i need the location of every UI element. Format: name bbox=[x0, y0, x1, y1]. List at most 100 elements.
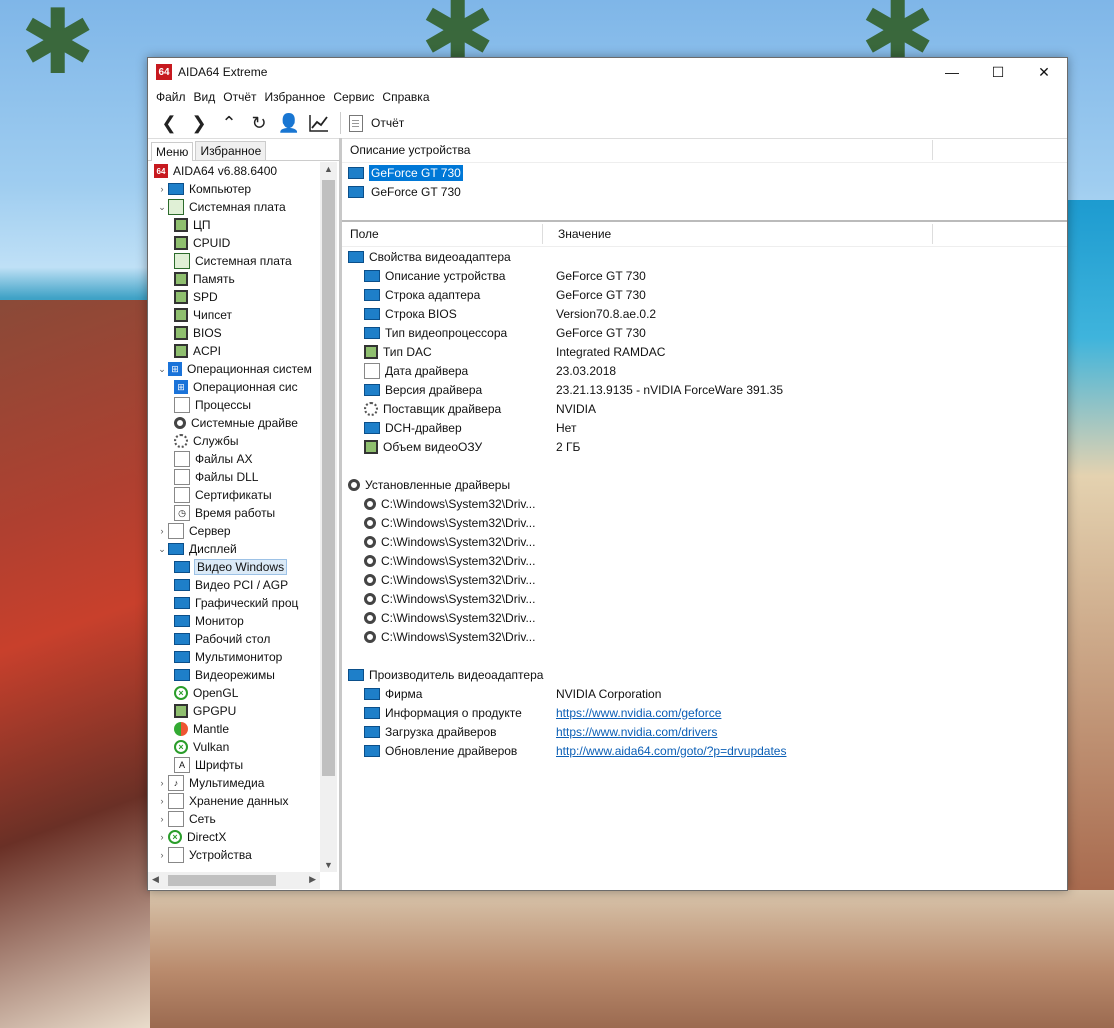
tree-item[interactable]: Файлы AX bbox=[148, 450, 320, 468]
device-row[interactable]: GeForce GT 730 bbox=[342, 182, 1067, 201]
collapse-arrow-icon[interactable]: › bbox=[156, 526, 168, 536]
tree-item[interactable]: GPGPU bbox=[148, 702, 320, 720]
detail-row[interactable]: C:\Windows\System32\Driv... bbox=[342, 589, 1067, 608]
detail-row[interactable]: Фирма NVIDIA Corporation bbox=[342, 684, 1067, 703]
tree-item[interactable]: Видео Windows bbox=[148, 558, 320, 576]
scrollbar-thumb[interactable] bbox=[168, 875, 276, 886]
tree-item[interactable]: › Хранение данных bbox=[148, 792, 320, 810]
tree-item[interactable]: › ♪ Мультимедиа bbox=[148, 774, 320, 792]
back-button[interactable]: ❮ bbox=[154, 110, 184, 136]
refresh-button[interactable]: ↻ bbox=[244, 110, 274, 136]
tree-item[interactable]: › × DirectX bbox=[148, 828, 320, 846]
detail-link[interactable]: https://www.nvidia.com/geforce bbox=[556, 706, 721, 720]
detail-row[interactable]: Объем видеоОЗУ 2 ГБ bbox=[342, 437, 1067, 456]
detail-row[interactable]: Тип DAC Integrated RAMDAC bbox=[342, 342, 1067, 361]
menu-service[interactable]: Сервис bbox=[329, 90, 378, 104]
value-column-header[interactable]: Значение bbox=[550, 227, 611, 241]
menu-file[interactable]: Файл bbox=[152, 90, 190, 104]
tree-item[interactable]: Память bbox=[148, 270, 320, 288]
expand-arrow-icon[interactable]: ⌄ bbox=[156, 202, 168, 213]
tree-item[interactable]: ⌄ Системная плата bbox=[148, 198, 320, 216]
tree-item[interactable]: SPD bbox=[148, 288, 320, 306]
chart-button[interactable] bbox=[304, 110, 334, 136]
detail-row[interactable]: C:\Windows\System32\Driv... bbox=[342, 608, 1067, 627]
collapse-arrow-icon[interactable]: › bbox=[156, 832, 168, 842]
collapse-arrow-icon[interactable]: › bbox=[156, 184, 168, 194]
tab-favorites[interactable]: Избранное bbox=[195, 141, 267, 160]
scroll-up-icon[interactable]: ▲ bbox=[320, 164, 337, 174]
tree-root[interactable]: 64 AIDA64 v6.88.6400 bbox=[148, 162, 320, 180]
column-divider[interactable] bbox=[542, 224, 543, 244]
scrollbar-thumb[interactable] bbox=[322, 180, 335, 776]
scroll-down-icon[interactable]: ▼ bbox=[320, 860, 337, 870]
tree-item[interactable]: ACPI bbox=[148, 342, 320, 360]
scroll-left-icon[interactable]: ◀ bbox=[152, 874, 159, 885]
menu-view[interactable]: Вид bbox=[190, 90, 220, 104]
tree-vertical-scrollbar[interactable]: ▲ ▼ bbox=[320, 162, 337, 872]
tree-item[interactable]: › Сеть bbox=[148, 810, 320, 828]
tree-item[interactable]: › Сервер bbox=[148, 522, 320, 540]
tree-item[interactable]: BIOS bbox=[148, 324, 320, 342]
tree-item[interactable]: Графический проц bbox=[148, 594, 320, 612]
detail-row[interactable]: Версия драйвера 23.21.13.9135 - nVIDIA Fo… bbox=[342, 380, 1067, 399]
detail-link[interactable]: http://www.aida64.com/goto/?p=drvupdates bbox=[556, 744, 786, 758]
tree-horizontal-scrollbar[interactable]: ◀ ▶ bbox=[148, 872, 320, 889]
tree-item[interactable]: Процессы bbox=[148, 396, 320, 414]
tree-item[interactable]: ◷ Время работы bbox=[148, 504, 320, 522]
detail-row[interactable]: C:\Windows\System32\Driv... bbox=[342, 627, 1067, 646]
tree-item[interactable]: Системные драйве bbox=[148, 414, 320, 432]
detail-row[interactable]: C:\Windows\System32\Driv... bbox=[342, 494, 1067, 513]
title-bar[interactable]: 64 AIDA64 Extreme — ☐ ✕ bbox=[148, 58, 1067, 86]
detail-row[interactable]: Загрузка драйверов https://www.nvidia.com… bbox=[342, 722, 1067, 741]
tree-item[interactable]: ЦП bbox=[148, 216, 320, 234]
tree-item[interactable]: ⌄ Дисплей bbox=[148, 540, 320, 558]
column-divider[interactable] bbox=[932, 224, 933, 244]
collapse-arrow-icon[interactable]: › bbox=[156, 850, 168, 860]
field-column-header[interactable]: Поле bbox=[342, 227, 550, 241]
expand-arrow-icon[interactable]: ⌄ bbox=[156, 544, 168, 555]
tree-item[interactable]: CPUID bbox=[148, 234, 320, 252]
tree-item[interactable]: ⌄ ⊞ Операционная систем bbox=[148, 360, 320, 378]
detail-row[interactable]: C:\Windows\System32\Driv... bbox=[342, 551, 1067, 570]
detail-row[interactable]: C:\Windows\System32\Driv... bbox=[342, 570, 1067, 589]
tree-item[interactable]: × OpenGL bbox=[148, 684, 320, 702]
detail-row[interactable]: Описание устройства GeForce GT 730 bbox=[342, 266, 1067, 285]
tree-item[interactable]: ⊞ Операционная сис bbox=[148, 378, 320, 396]
detail-row[interactable]: Дата драйвера 23.03.2018 bbox=[342, 361, 1067, 380]
tree-item[interactable]: Файлы DLL bbox=[148, 468, 320, 486]
maximize-button[interactable]: ☐ bbox=[975, 58, 1021, 86]
tree-item[interactable]: › Компьютер bbox=[148, 180, 320, 198]
detail-row[interactable]: Обновление драйверов http://www.aida64.co… bbox=[342, 741, 1067, 760]
device-column-header[interactable]: Описание устройства bbox=[342, 138, 1067, 163]
column-divider[interactable] bbox=[932, 140, 933, 160]
detail-row[interactable]: C:\Windows\System32\Driv... bbox=[342, 513, 1067, 532]
tab-menu[interactable]: Меню bbox=[151, 142, 194, 161]
device-row[interactable]: GeForce GT 730 bbox=[342, 163, 1067, 182]
tree-item[interactable]: Чипсет bbox=[148, 306, 320, 324]
collapse-arrow-icon[interactable]: › bbox=[156, 796, 168, 806]
detail-row[interactable]: DCH-драйвер Нет bbox=[342, 418, 1067, 437]
expand-arrow-icon[interactable]: ⌄ bbox=[156, 364, 168, 375]
tree-item[interactable]: Mantle bbox=[148, 720, 320, 738]
tree-item[interactable]: Монитор bbox=[148, 612, 320, 630]
up-button[interactable]: ⌃ bbox=[214, 110, 244, 136]
detail-row[interactable]: Строка адаптера GeForce GT 730 bbox=[342, 285, 1067, 304]
collapse-arrow-icon[interactable]: › bbox=[156, 814, 168, 824]
tree-item[interactable]: › Устройства bbox=[148, 846, 320, 864]
tree-item[interactable]: Системная плата bbox=[148, 252, 320, 270]
close-button[interactable]: ✕ bbox=[1021, 58, 1067, 86]
tree-item[interactable]: Мультимонитор bbox=[148, 648, 320, 666]
tree-item[interactable]: A Шрифты bbox=[148, 756, 320, 774]
menu-favorites[interactable]: Избранное bbox=[261, 90, 330, 104]
report-button[interactable]: Отчёт bbox=[349, 114, 404, 132]
detail-row[interactable]: Поставщик драйвера NVIDIA bbox=[342, 399, 1067, 418]
scroll-right-icon[interactable]: ▶ bbox=[309, 874, 316, 885]
detail-row[interactable]: Строка BIOS Version70.8.ae.0.2 bbox=[342, 304, 1067, 323]
menu-help[interactable]: Справка bbox=[378, 90, 433, 104]
tree-item[interactable]: Службы bbox=[148, 432, 320, 450]
detail-row[interactable]: Информация о продукте https://www.nvidia.… bbox=[342, 703, 1067, 722]
tree-item[interactable]: Рабочий стол bbox=[148, 630, 320, 648]
detail-row[interactable]: C:\Windows\System32\Driv... bbox=[342, 532, 1067, 551]
collapse-arrow-icon[interactable]: › bbox=[156, 778, 168, 788]
tree-item[interactable]: × Vulkan bbox=[148, 738, 320, 756]
